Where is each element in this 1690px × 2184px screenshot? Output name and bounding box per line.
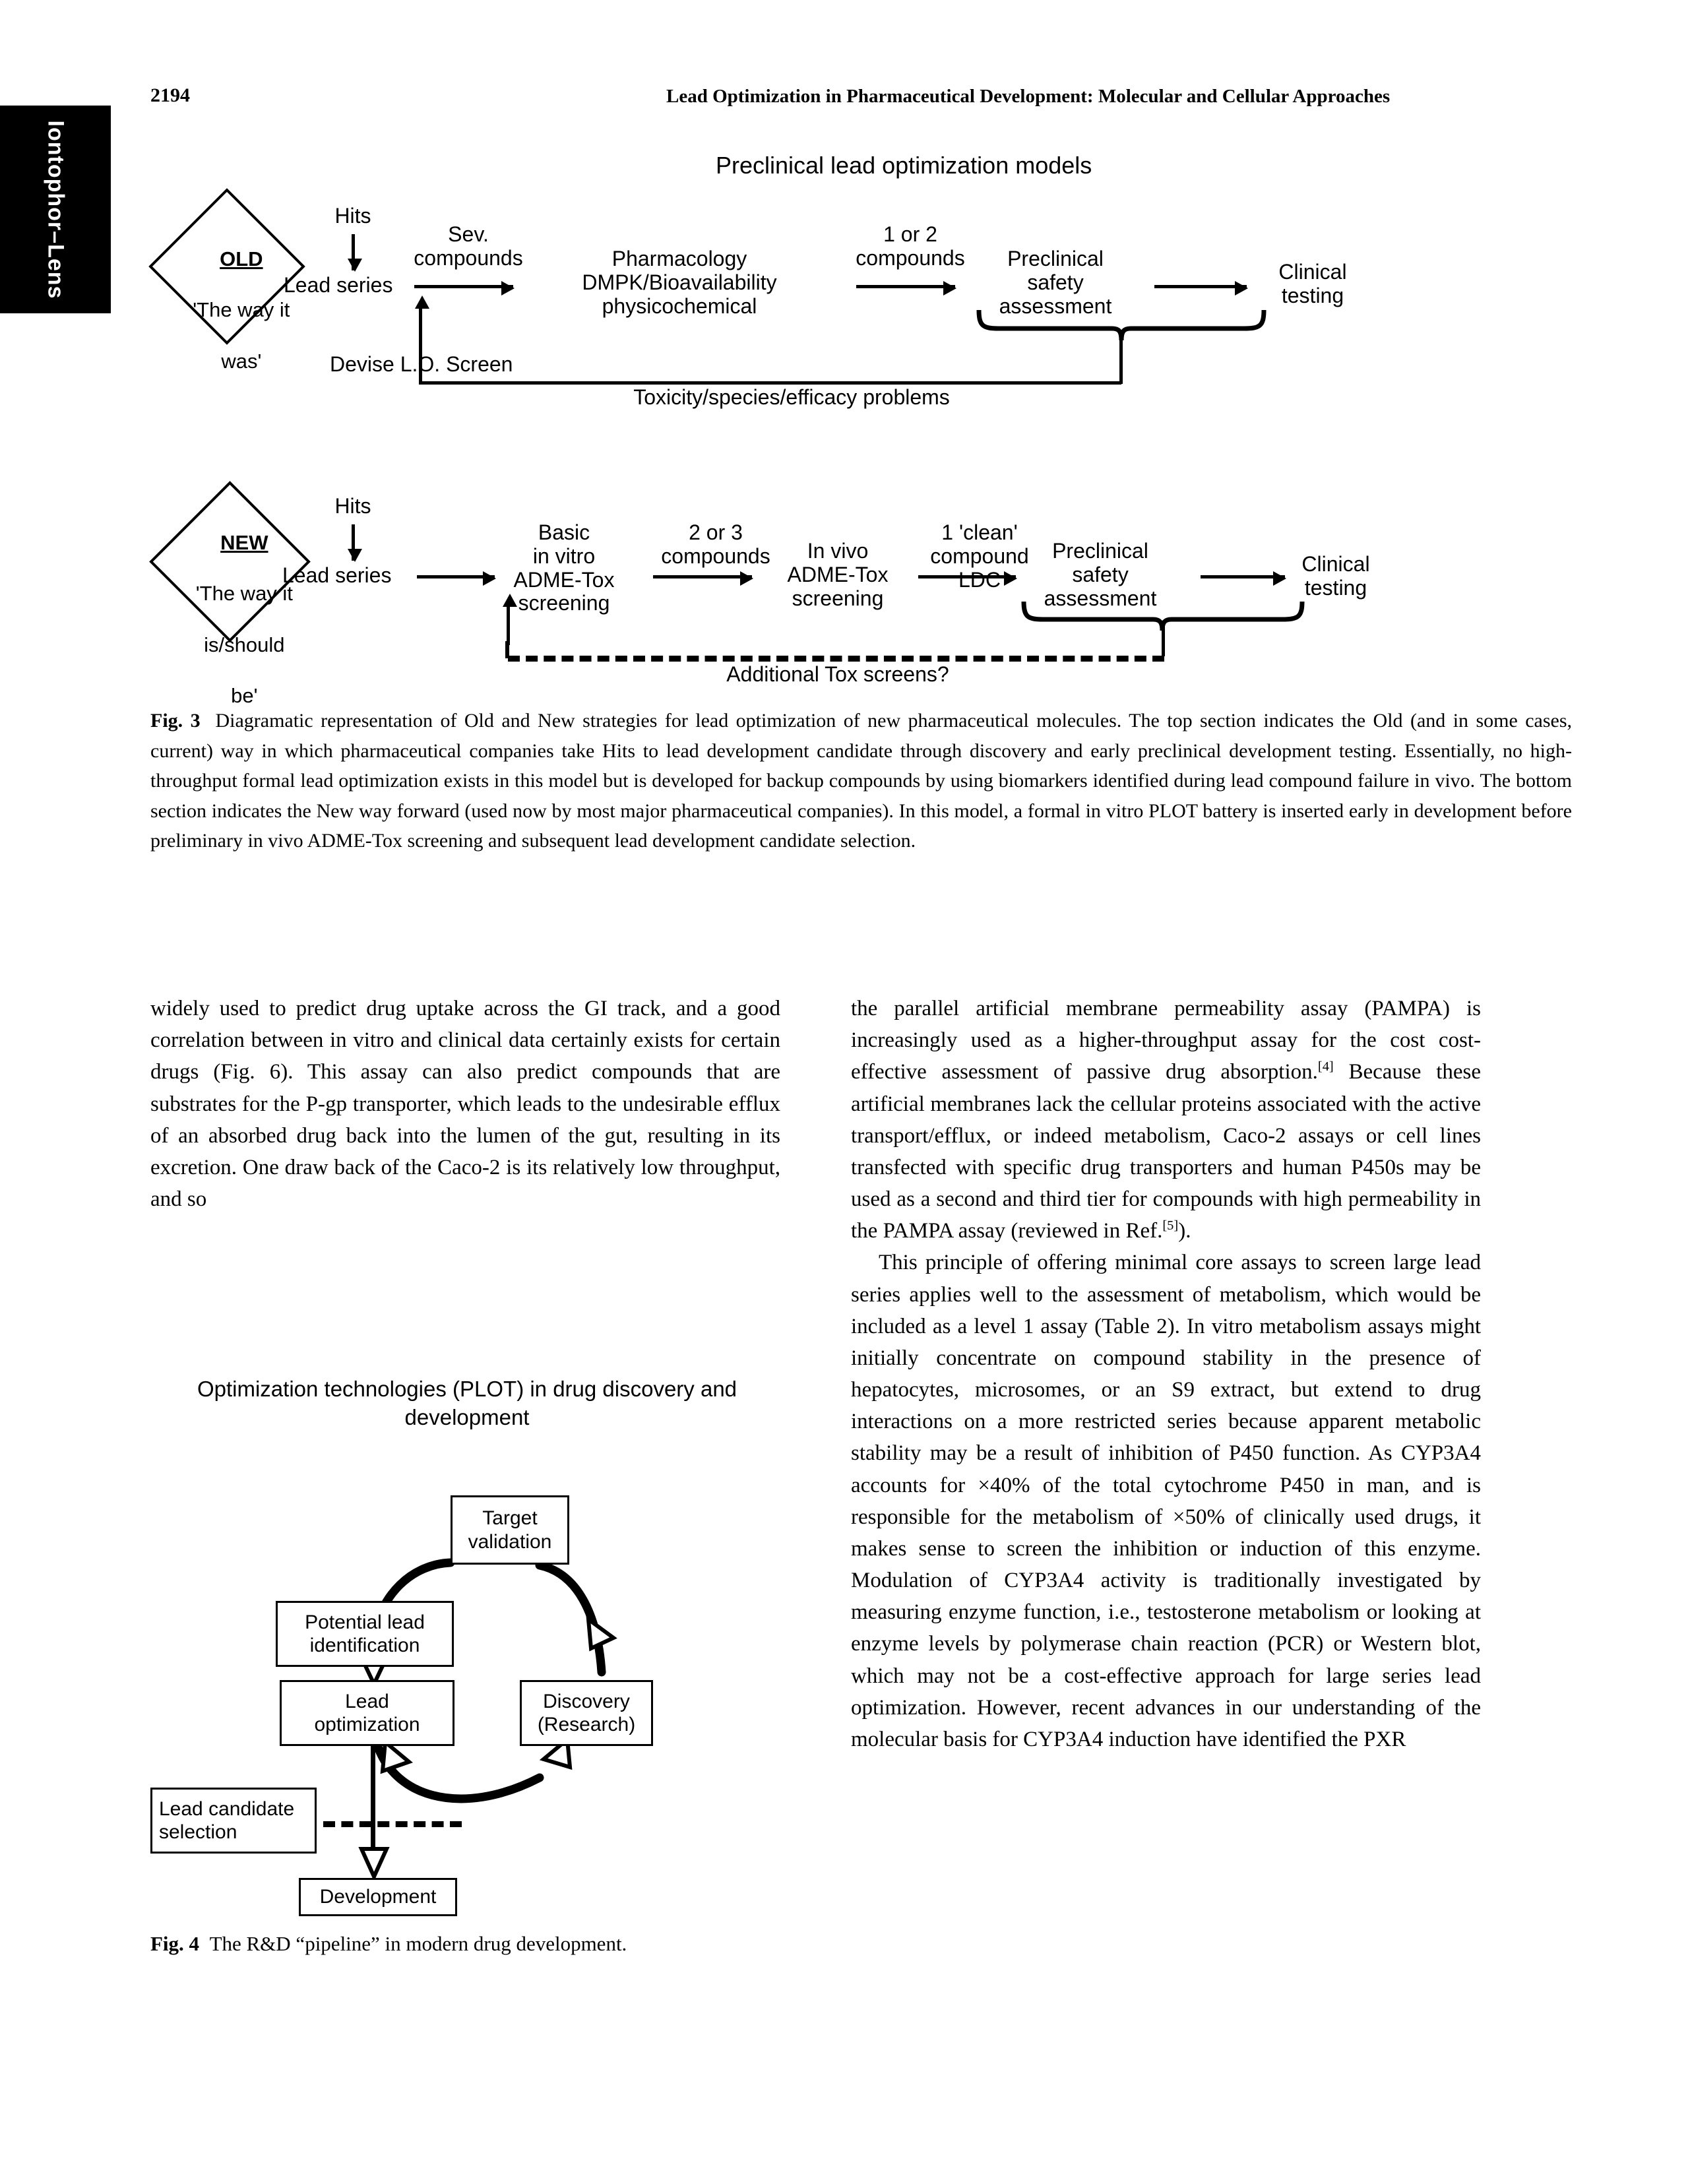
old-lead-series-label: Lead series [284, 273, 393, 297]
old-diamond-label: OLD 'The way it was' [155, 221, 294, 400]
body-column-left: widely used to predict drug uptake acros… [150, 993, 780, 1215]
reference-marker-4: [4] [1317, 1059, 1334, 1075]
old-feedback-horizontal [419, 381, 1121, 385]
old-devise-label: Devise L.O. Screen [330, 352, 513, 376]
figure-4-caption-label: Fig. 4 [150, 1932, 200, 1955]
figure-4: Optimization technologies (PLOT) in drug… [150, 1375, 784, 1916]
old-arrow-1 [414, 281, 515, 296]
new-diamond-line3: be' [231, 684, 258, 708]
old-toxicity-label: Toxicity/species/efficacy problems [633, 385, 950, 409]
new-diamond-heading: NEW [220, 530, 268, 554]
new-diamond-line1: 'The way it [195, 582, 293, 606]
section-thumb-tab-label: Iontophor–Lens [43, 120, 69, 299]
new-stage2-label: In vivo ADME-Tox screening [787, 539, 889, 610]
new-diamond-line2: is/should [204, 633, 285, 656]
page-number: 2194 [150, 84, 190, 106]
figure-3-title: Preclinical lead optimization models [716, 152, 1092, 179]
old-hits-label: Hits [334, 204, 371, 228]
reference-marker-5: [5] [1162, 1218, 1179, 1233]
left-paragraph-1: widely used to predict drug uptake acros… [150, 997, 780, 1212]
new-feedback-dashed [508, 656, 1164, 662]
old-diamond-heading: OLD [220, 247, 263, 270]
figure-4-caption: Fig. 4 The R&D “pipeline” in modern drug… [150, 1929, 784, 1958]
new-feedback-vertical [1162, 627, 1165, 656]
old-stage2-label: Pharmacology DMPK/Bioavailability physic… [582, 247, 777, 318]
old-stage4-label: Clinical testing [1278, 260, 1347, 307]
new-feedback-uparrow [503, 594, 517, 645]
section-thumb-tab: Iontophor–Lens [0, 106, 111, 313]
new-arrow-1 [417, 571, 496, 586]
new-additional-tox-label: Additional Tox screens? [726, 662, 949, 686]
right-p1-part-c: ). [1178, 1219, 1191, 1243]
new-arrow-4 [1201, 571, 1286, 586]
right-paragraph-1: the parallel artificial membrane permeab… [851, 993, 1481, 1247]
old-arrow-3 [1154, 281, 1248, 296]
old-arrow-2 [856, 281, 956, 296]
box-lead-candidate-selection[interactable]: Lead candidate selection [150, 1788, 317, 1854]
right-paragraph-2: This principle of offering minimal core … [851, 1251, 1481, 1751]
new-diamond-label: NEW 'The way it is/should be' [153, 505, 301, 735]
box-discovery-research[interactable]: Discovery (Research) [520, 1680, 653, 1746]
old-feedback-vertical [1119, 336, 1123, 384]
body-column-right: the parallel artificial membrane permeab… [851, 993, 1481, 1755]
new-arrow-3 [918, 571, 1017, 586]
new-lead-series-label: Lead series [282, 563, 392, 587]
box-development[interactable]: Development [299, 1878, 457, 1916]
figure-3-caption-label: Fig. 3 [150, 710, 201, 732]
figure-3-caption-text: Diagramatic representation of Old and Ne… [150, 710, 1572, 852]
running-head: Lead Optimization in Pharmaceutical Deve… [666, 86, 1391, 107]
right-p1-part-b: Because these artificial membranes lack … [851, 1060, 1481, 1243]
old-sev-compounds-label: Sev. compounds [414, 222, 523, 270]
new-arrow-2 [653, 571, 753, 586]
box-potential-lead-identification[interactable]: Potential lead identification [276, 1601, 454, 1667]
lead-candidate-connector [323, 1821, 462, 1827]
old-diamond-line2: was' [221, 349, 262, 373]
figure-3-caption: Fig. 3 Diagramatic representation of Old… [150, 706, 1572, 856]
new-stage4-label: Clinical testing [1301, 552, 1370, 600]
old-diamond-line1: 'The way it [193, 298, 290, 322]
old-hits-arrow [348, 234, 362, 272]
figure-3: Preclinical lead optimization models OLD… [119, 139, 1570, 707]
old-one-or-two-label: 1 or 2 compounds [856, 222, 965, 270]
box-lead-optimization[interactable]: Lead optimization [280, 1680, 454, 1746]
new-hits-arrow [348, 524, 362, 562]
figure-4-caption-text: The R&D “pipeline” in modern drug develo… [209, 1932, 627, 1955]
old-stage3-label: Preclinical safety assessment [999, 247, 1112, 318]
box-target-validation[interactable]: Target validation [451, 1495, 569, 1565]
new-hits-label: Hits [334, 494, 371, 518]
